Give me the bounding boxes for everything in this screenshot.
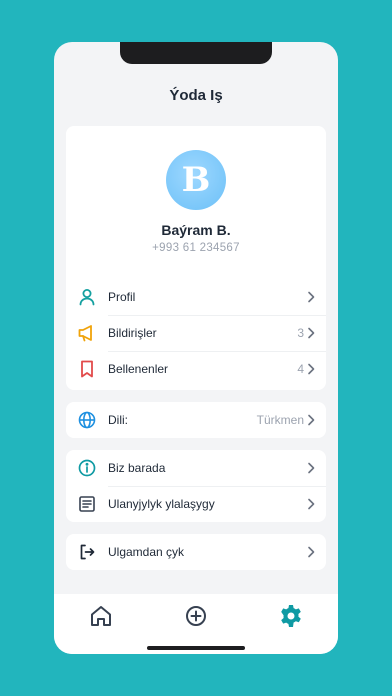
bookmark-icon xyxy=(81,360,93,378)
language-card: Dili: Türkmen xyxy=(66,402,326,438)
avatar-initial: B xyxy=(181,160,211,200)
info-card: Biz barada Ulanyjylyk ylalaşygy xyxy=(66,450,326,522)
page-title: Ýoda Iş xyxy=(169,87,223,104)
logout-card: Ulgamdan çyk xyxy=(66,534,326,570)
menu-item-profile[interactable]: Profil xyxy=(66,279,326,315)
info-icon xyxy=(78,459,96,477)
user-phone: +993 61 234567 xyxy=(152,242,240,254)
logout-icon xyxy=(80,544,95,560)
language-value: Türkmen xyxy=(256,413,304,427)
menu-item-about[interactable]: Biz barada xyxy=(66,450,326,486)
person-icon xyxy=(79,289,95,306)
user-name: Baýram B. xyxy=(161,222,231,238)
avatar[interactable]: B xyxy=(166,150,226,210)
menu-item-language[interactable]: Dili: Türkmen xyxy=(66,402,326,438)
chevron-right-icon xyxy=(308,498,315,510)
home-icon[interactable] xyxy=(87,602,115,630)
plus-circle-icon[interactable] xyxy=(182,602,210,630)
menu-item-profile-label: Profil xyxy=(108,290,136,304)
menu-item-saved-label: Bellenenler xyxy=(108,362,169,376)
chevron-right-icon xyxy=(308,462,315,474)
menu-item-notifications[interactable]: Bildirişler 3 xyxy=(66,315,326,351)
chevron-right-icon xyxy=(308,327,315,339)
menu-item-notifications-label: Bildirişler xyxy=(108,326,157,340)
phone-screen: Ýoda Iş B Baýram B. +993 61 234567 Profi… xyxy=(54,42,338,654)
chevron-right-icon xyxy=(308,363,315,375)
menu-item-terms-label: Ulanyjylyk ylalaşygy xyxy=(108,497,215,511)
notifications-count: 3 xyxy=(297,326,304,340)
saved-count: 4 xyxy=(297,362,304,376)
megaphone-icon xyxy=(78,325,92,342)
chevron-right-icon xyxy=(308,546,315,558)
document-icon xyxy=(79,496,95,512)
logout-label: Ulgamdan çyk xyxy=(108,545,185,559)
logout-button[interactable]: Ulgamdan çyk xyxy=(66,534,326,570)
gear-icon[interactable] xyxy=(277,602,305,630)
device-notch xyxy=(120,42,272,64)
globe-icon xyxy=(78,411,96,429)
bottom-tab-bar xyxy=(54,594,338,654)
profile-card: B Baýram B. +993 61 234567 Profil Bildir… xyxy=(66,126,326,390)
chevron-right-icon xyxy=(308,291,315,303)
menu-item-language-label: Dili: xyxy=(108,413,128,427)
menu-item-about-label: Biz barada xyxy=(108,461,166,475)
menu-item-terms[interactable]: Ulanyjylyk ylalaşygy xyxy=(66,486,326,522)
menu-item-saved[interactable]: Bellenenler 4 xyxy=(66,351,326,387)
home-indicator xyxy=(147,646,245,650)
chevron-right-icon xyxy=(308,414,315,426)
